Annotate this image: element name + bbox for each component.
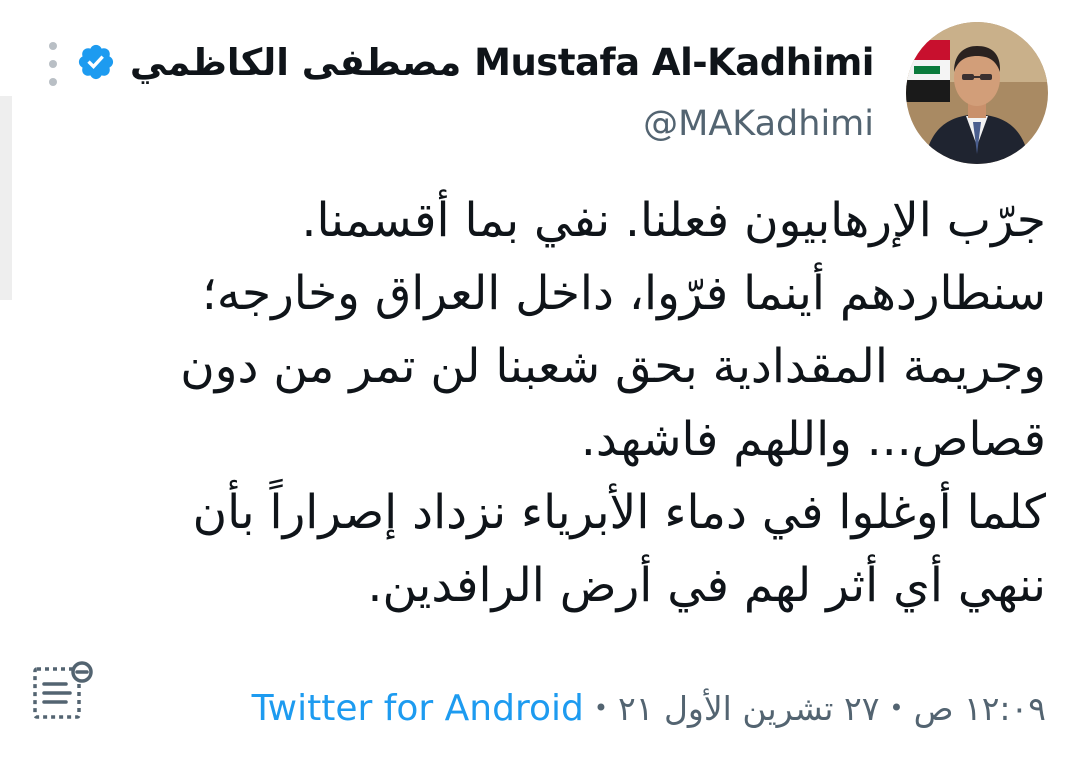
tweet-line: كلما أوغلوا في دماء الأبرياء نزداد إصرار… xyxy=(192,485,1046,540)
tweet-line: ننهي أي أثر لهم في أرض الرافدين. xyxy=(367,558,1046,613)
more-vertical-icon-dot xyxy=(49,60,57,68)
meta-separator: • xyxy=(593,694,608,722)
tweet-date[interactable]: ٢٧ تشرين الأول ٢١ xyxy=(618,689,879,728)
more-options-button[interactable] xyxy=(38,42,68,86)
transcribe-button[interactable] xyxy=(32,660,98,722)
side-panel-edge xyxy=(0,96,12,300)
source-link[interactable]: Twitter for Android xyxy=(252,688,584,729)
author-line[interactable]: مصطفى الكاظمي Mustafa Al-Kadhimi xyxy=(76,34,875,90)
avatar[interactable] xyxy=(906,22,1048,164)
tweet-text: جرّب الإرهابيون فعلنا. نفي بما أقسمنا. س… xyxy=(86,184,1046,622)
tweet-line: سنطاردهم أينما فرّوا، داخل العراق وخارجه… xyxy=(201,266,1046,321)
tweet-line: وجريمة المقدادية بحق شعبنا لن تمر من دون xyxy=(180,339,1046,394)
author-handle[interactable]: @MAKadhimi xyxy=(643,104,874,144)
author-display-name[interactable]: مصطفى الكاظمي Mustafa Al-Kadhimi xyxy=(130,41,875,84)
tweet-time[interactable]: ١٢:٠٩ ص xyxy=(914,689,1046,728)
tweet-line: جرّب الإرهابيون فعلنا. نفي بما أقسمنا. xyxy=(301,193,1046,248)
verified-badge-icon xyxy=(76,42,116,82)
tweet-line: قصاص... واللهم فاشهد. xyxy=(580,412,1046,467)
meta-separator: • xyxy=(889,694,904,722)
more-vertical-icon xyxy=(49,42,57,50)
more-vertical-icon-dot xyxy=(49,78,57,86)
tweet-meta: Twitter for Android • ٢٧ تشرين الأول ٢١ … xyxy=(252,682,1046,734)
document-lines-icon xyxy=(33,661,93,719)
avatar-image xyxy=(906,22,1048,164)
